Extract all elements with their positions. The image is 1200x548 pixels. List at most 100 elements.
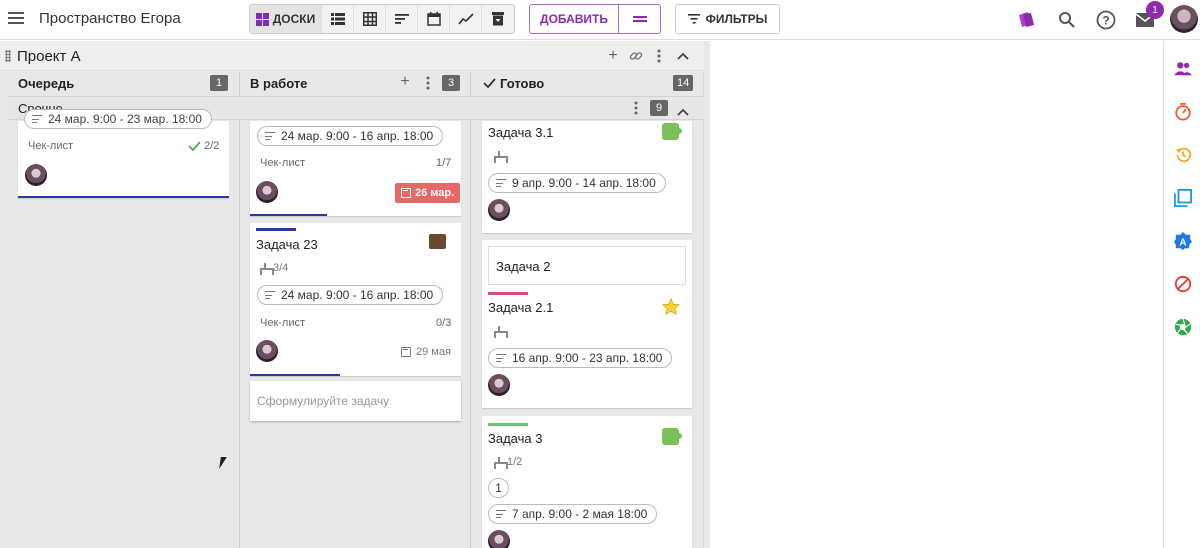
add-icon[interactable]: + [604,47,622,65]
date-range-pill: 24 мар. 9:00 - 23 мар. 18:00 [24,109,212,129]
assignee-avatar[interactable] [488,374,510,396]
calendar-icon [401,347,411,357]
date-range-pill: 24 мар. 9:00 - 16 апр. 18:00 [257,126,444,146]
checklist-value: 1/7 [436,157,452,169]
timer-icon[interactable] [1174,103,1192,121]
deadline-date: 26 мар. [415,187,455,199]
progress-bar [250,374,340,376]
user-avatar[interactable] [1170,5,1198,33]
project-title[interactable]: Проект А [17,48,81,65]
boards-view-button[interactable]: ДОСКИ [250,5,322,33]
list-view-button[interactable] [322,5,354,33]
board: Проект А + Очередь 1 В работе + 3 Готово… [0,41,710,548]
gantt-icon [394,14,409,24]
task-card[interactable]: Задача 3.1 9 апр. 9:00 - 14 апр. 18:00 [482,121,692,233]
add-button[interactable]: ДОБАВИТЬ [530,5,619,33]
help-icon[interactable]: ? [1094,8,1118,32]
workspace-title[interactable]: Пространство Егора [39,10,181,27]
task-card[interactable]: Задача 3 1/2 1 7 апр. 9:00 - 2 мая 18:00 [482,416,692,548]
swimlane-collapse-icon[interactable] [677,104,689,119]
subtasks-counter[interactable] [494,151,508,163]
mail-badge: 1 [1146,1,1164,19]
aperture-icon[interactable] [1174,318,1192,336]
subtask-card[interactable]: Задача 2 [488,246,686,285]
menu-icon[interactable] [8,10,24,26]
checklist-label: Чек-лист [28,140,74,152]
link-icon[interactable] [627,47,645,65]
task-title[interactable]: Задача 2.1 [488,300,553,315]
lines-icon [496,510,506,518]
assignee-avatar[interactable] [25,164,47,186]
project-header: Проект А + [0,41,704,71]
column-title-queue[interactable]: Очередь [18,72,74,94]
calendar-view-button[interactable] [418,5,450,33]
swimlane-menu-icon[interactable] [634,101,638,118]
list-icon [330,13,345,25]
color-label [488,292,528,295]
deadline-date: 29 мая [416,346,451,358]
chart-view-button[interactable] [450,5,482,33]
task-card[interactable]: 24 мар. 9:00 - 16 апр. 18:00 Чек-лист 1/… [250,121,461,216]
table-view-button[interactable] [354,5,386,33]
lines-icon [32,115,42,123]
task-title[interactable]: Задача 3 [488,431,542,446]
assignee-avatar[interactable] [256,181,278,203]
lines-icon [496,179,506,187]
task-card[interactable]: Задача 2 Задача 2.1 16 апр. 9:00 - 23 ап… [482,240,692,408]
column-count-in-progress: 3 [442,75,460,91]
number-pill: 1 [488,478,509,498]
assignee-avatar[interactable] [488,530,510,548]
filters-label: ФИЛЬТРЫ [705,12,768,26]
lines-icon [496,354,506,362]
check-icon [188,141,201,151]
chart-icon [457,13,474,25]
lines-icon [265,132,275,140]
date-range: 9 апр. 9:00 - 14 апр. 18:00 [512,176,656,190]
copy-icon[interactable] [1174,189,1192,207]
archive-view-button[interactable] [482,5,514,33]
tags-icon[interactable] [1014,8,1038,32]
block-icon[interactable] [1174,275,1192,293]
history-icon[interactable] [1174,146,1192,164]
filter-icon [687,14,700,24]
more-vert-icon[interactable] [650,47,668,65]
column-header-done[interactable]: Готово [483,72,544,94]
mouse-cursor [219,457,231,469]
check-icon [483,78,496,88]
collapse-icon[interactable] [674,47,692,65]
progress-bar [250,214,327,216]
task-card[interactable]: Задача 23 3/4 24 мар. 9:00 - 16 апр. 18:… [250,223,461,376]
assignee-avatar[interactable] [256,340,278,362]
filters-button[interactable]: ФИЛЬТРЫ [675,4,780,34]
badge-a-icon[interactable]: A [1174,232,1192,250]
deadline-badge[interactable]: 26 мар. [395,183,461,203]
task-title[interactable]: Задача 3.1 [488,125,553,140]
column-separator [703,72,704,548]
date-range-pill: 9 апр. 9:00 - 14 апр. 18:00 [488,173,666,193]
drag-handle-icon[interactable] [5,50,11,62]
subtasks-counter[interactable] [494,326,508,338]
color-label [488,423,528,426]
subtasks-value: 1/2 [507,456,523,468]
column-title-in-progress[interactable]: В работе [250,72,307,94]
add-menu-button[interactable] [619,5,660,33]
task-title[interactable]: Задача 23 [256,237,318,252]
column-count-queue: 1 [210,75,228,91]
deadline[interactable]: 29 мая [401,346,451,358]
subtasks-counter[interactable]: 1/2 [494,456,523,469]
task-card[interactable]: 24 мар. 9:00 - 23 мар. 18:00 Чек-лист 2/… [18,109,229,198]
new-task-input[interactable]: Сформулируйте задачу [257,394,389,408]
star-icon [662,298,680,315]
new-task-card[interactable]: Сформулируйте задачу [250,381,461,421]
date-range-pill: 7 апр. 9:00 - 2 мая 18:00 [488,504,658,524]
puzzle-icon [662,428,682,445]
search-icon[interactable] [1055,8,1079,32]
gantt-view-button[interactable] [386,5,418,33]
boards-icon [255,12,269,26]
subtasks-icon [494,326,508,338]
people-icon[interactable] [1174,60,1192,78]
add-task-icon[interactable]: + [396,73,414,91]
column-menu-icon[interactable] [419,74,437,92]
assignee-avatar[interactable] [488,199,510,221]
subtasks-counter[interactable]: 3/4 [260,262,288,275]
